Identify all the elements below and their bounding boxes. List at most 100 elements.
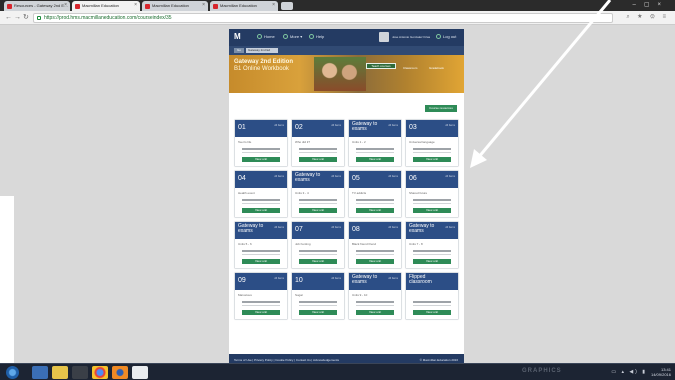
view-unit-button[interactable]: View unit: [299, 310, 337, 315]
course-page: M Home More ▾ Help Jose Antonio Gonzalez…: [229, 29, 464, 374]
tab-label: Macmillan Education: [152, 3, 189, 8]
unit-card[interactable]: Gateway to exams All Items Units 5 - 6 View …: [235, 222, 287, 268]
view-unit-button[interactable]: View unit: [413, 208, 451, 213]
unit-card[interactable]: Gateway to exams All Items Units 3 - 4 View …: [292, 171, 344, 217]
teach-courses-button[interactable]: Teach courses: [366, 63, 396, 69]
close-tab-icon[interactable]: ×: [64, 2, 67, 8]
unit-meta: All Items: [274, 124, 284, 127]
back-arrow-icon[interactable]: ←: [5, 14, 12, 22]
unit-card[interactable]: 05 All Items TV addicts View unit: [349, 171, 401, 217]
progress-bar: [299, 250, 337, 252]
unit-card[interactable]: Gateway to exams All Items Units 7 - 8 View …: [406, 222, 458, 268]
unit-title: Units 1 - 2: [352, 140, 366, 144]
view-unit-button[interactable]: View unit: [242, 259, 280, 264]
clock-date: 14/09/2016: [650, 372, 671, 377]
unit-meta: All Items: [274, 175, 284, 178]
breadcrumb-home[interactable]: Go: [234, 48, 244, 53]
progress-bar: [299, 199, 337, 201]
view-unit-button[interactable]: View unit: [242, 208, 280, 213]
unit-number: Flipped classroom: [409, 274, 432, 285]
classroom-link[interactable]: Classroom: [403, 66, 417, 70]
browser-tab-active[interactable]: Macmillan Education ×: [72, 1, 140, 11]
unit-number: 05: [352, 175, 360, 182]
progress-track: [356, 254, 394, 255]
unit-card[interactable]: 10 All Items Sugar View unit: [292, 273, 344, 319]
unit-card[interactable]: 08 All Items Black friend friend View unit: [349, 222, 401, 268]
footer-links[interactable]: Terms of Use | Privacy Policy | Cookie P…: [234, 358, 339, 362]
avatar[interactable]: [379, 32, 389, 42]
url-text: https://prod.hms.macmillaneducation.com/…: [44, 15, 172, 21]
gradebook-link[interactable]: Gradebook: [429, 66, 444, 70]
unit-title: Who did it?: [295, 140, 311, 144]
view-unit-button[interactable]: View unit: [356, 208, 394, 213]
breadcrumb-course[interactable]: Gateway 2nd Ed: [246, 48, 278, 53]
menu-more[interactable]: More ▾: [283, 34, 302, 39]
unit-card[interactable]: 07 All Items Job hunting View unit: [292, 222, 344, 268]
window-controls[interactable]: –▢×: [632, 1, 669, 8]
progress-track: [299, 305, 337, 306]
new-tab-button[interactable]: [281, 2, 293, 10]
unit-card[interactable]: 06 All Items Shared future View unit: [406, 171, 458, 217]
view-unit-button[interactable]: View unit: [242, 157, 280, 162]
site-header: M Home More ▾ Help Jose Antonio Gonzalez…: [229, 29, 464, 46]
folder-icon[interactable]: [52, 366, 68, 379]
unit-meta: All Items: [331, 175, 341, 178]
view-unit-button[interactable]: View unit: [356, 259, 394, 264]
unit-title: Shared future: [409, 191, 428, 195]
course-banner: Gateway 2nd Edition B1 Online Workbook T…: [229, 55, 464, 93]
view-unit-button[interactable]: View unit: [413, 310, 451, 315]
unit-title: Units 3 - 4: [295, 191, 309, 195]
address-bar[interactable]: https://prod.hms.macmillaneducation.com/…: [33, 13, 613, 23]
user-name[interactable]: Jose Antonio Gonzalez Frias: [392, 35, 430, 39]
close-tab-icon[interactable]: ×: [272, 2, 275, 8]
close-tab-icon[interactable]: ×: [134, 2, 137, 8]
view-unit-button[interactable]: View unit: [299, 157, 337, 162]
browser-tab[interactable]: Macmillan Education ×: [210, 1, 278, 11]
tab-label: Macmillan Education: [82, 3, 119, 8]
view-unit-button[interactable]: View unit: [242, 310, 280, 315]
clock[interactable]: 13:41 14/09/2016: [651, 367, 671, 377]
logout-button[interactable]: Log out: [436, 34, 456, 39]
view-unit-button[interactable]: View unit: [356, 157, 394, 162]
progress-bar: [356, 148, 394, 150]
card-header: Gateway to exams All Items: [349, 120, 401, 137]
view-unit-button[interactable]: View unit: [299, 208, 337, 213]
unit-card[interactable]: Gateway to exams All Items Units 1 - 2 View …: [349, 120, 401, 166]
unit-card[interactable]: 04 All Items Health event View unit: [235, 171, 287, 217]
media-icon[interactable]: [72, 366, 88, 379]
explorer-icon[interactable]: [32, 366, 48, 379]
firefox-icon[interactable]: [112, 366, 128, 379]
lock-icon: [37, 16, 41, 20]
watermark: GRAPHICS: [522, 368, 562, 374]
course-title: Gateway 2nd Edition: [234, 59, 294, 65]
unit-card[interactable]: Flipped classroom View unit: [406, 273, 458, 319]
footer-copyright: © Macmillan Education 2016: [419, 358, 458, 362]
view-unit-button[interactable]: View unit: [299, 259, 337, 264]
unit-card[interactable]: Gateway to exams All Items Units 9 - 10 View…: [349, 273, 401, 319]
browser-tab[interactable]: Macmillan Education ×: [142, 1, 208, 11]
unit-card[interactable]: 09 All Items Marvelous View unit: [235, 273, 287, 319]
course-resources-button[interactable]: Course resources: [425, 105, 457, 112]
view-unit-button[interactable]: View unit: [356, 310, 394, 315]
progress-track: [413, 305, 451, 306]
menu-help[interactable]: Help: [309, 34, 324, 39]
card-header: Gateway to exams All Items: [349, 273, 401, 290]
view-unit-button[interactable]: View unit: [413, 259, 451, 264]
system-tray-icons[interactable]: ▭ ▴ ◀) ▮: [611, 369, 647, 375]
document-icon[interactable]: [132, 366, 148, 379]
unit-card[interactable]: 02 All Items Who did it? View unit: [292, 120, 344, 166]
close-tab-icon[interactable]: ×: [202, 2, 205, 8]
progress-bar: [299, 148, 337, 150]
reload-icon[interactable]: ↻: [23, 14, 29, 22]
browser-extension-icons[interactable]: ⌕ ★ ⚙ ≡: [626, 14, 669, 21]
tab-label: Macmillan Education: [220, 3, 257, 8]
chrome-icon[interactable]: [92, 366, 108, 379]
view-unit-button[interactable]: View unit: [413, 157, 451, 162]
macmillan-logo[interactable]: M: [234, 33, 244, 41]
unit-card[interactable]: 01 All Items Teen's life View unit: [235, 120, 287, 166]
menu-home[interactable]: Home: [257, 34, 275, 39]
forward-arrow-icon[interactable]: →: [14, 14, 21, 22]
unit-card[interactable]: 03 All Items Universal language View unit: [406, 120, 458, 166]
start-button[interactable]: [6, 366, 19, 379]
browser-tab[interactable]: Resources - Gateway 2nd E… ×: [4, 1, 70, 11]
